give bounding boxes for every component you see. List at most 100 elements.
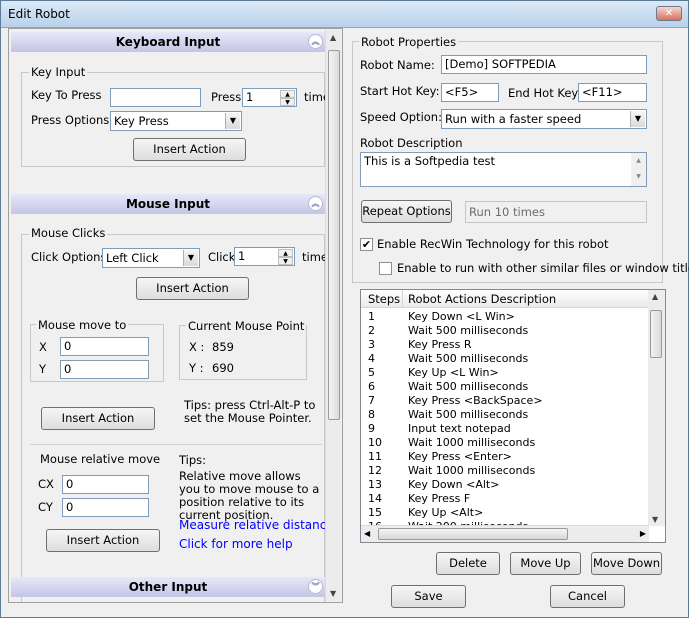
description-scrollbar[interactable]: ▲ ▼ (631, 153, 646, 186)
table-row[interactable]: 8 Wait 500 milliseconds (361, 408, 649, 422)
scroll-down-icon[interactable]: ▼ (330, 589, 336, 598)
speed-option-dropdown[interactable]: Run with a faster speed ▼ (441, 109, 647, 129)
spin-icon[interactable]: ▲ ▼ (278, 249, 293, 265)
table-row[interactable]: 3 Key Press R (361, 338, 649, 352)
move-up-button[interactable]: Move Up (510, 552, 581, 575)
key-input-label: Key Input (29, 65, 88, 79)
key-to-press-field[interactable] (110, 88, 201, 107)
robot-description-field[interactable]: This is a Softpedia test ▲ ▼ (360, 152, 647, 187)
robot-description-label: Robot Description (360, 136, 463, 150)
cx-field[interactable]: 0 (62, 475, 149, 494)
x-field[interactable]: 0 (60, 337, 149, 356)
spin-icon[interactable]: ▲ ▼ (280, 90, 295, 106)
description-column-header[interactable]: Robot Actions Description (408, 292, 556, 306)
click-count-stepper[interactable]: 1 ▲ ▼ (234, 247, 295, 266)
tips-label: Tips: (179, 453, 207, 467)
start-hotkey-field[interactable]: <F5> (441, 83, 499, 102)
table-row[interactable]: 2 Wait 500 milliseconds (361, 324, 649, 338)
table-row[interactable]: 1 Key Down <L Win> (361, 310, 649, 324)
table-row[interactable]: 6 Wait 500 milliseconds (361, 380, 649, 394)
action-description-cell: Key Press F (408, 492, 471, 505)
action-description-cell: Wait 1000 milliseconds (408, 464, 536, 477)
table-row[interactable]: 10 Wait 1000 milliseconds (361, 436, 649, 450)
table-row[interactable]: 15 Key Up <Alt> (361, 506, 649, 520)
table-row[interactable]: 5 Key Up <L Win> (361, 366, 649, 380)
table-row[interactable]: 7 Key Press <BackSpace> (361, 394, 649, 408)
robot-name-field[interactable]: [Demo] SOFTPEDIA (441, 55, 647, 74)
collapse-icon[interactable]: ︾ (308, 579, 323, 594)
table-row[interactable]: 11 Key Press <Enter> (361, 450, 649, 464)
left-pane-scrollbar[interactable]: ▲ ▼ (325, 30, 341, 601)
steps-column-header[interactable]: Steps (368, 292, 400, 306)
table-row[interactable]: 12 Wait 1000 milliseconds (361, 464, 649, 478)
step-number-cell: 12 (368, 464, 382, 477)
scroll-up-icon[interactable]: ▲ (652, 292, 658, 301)
press-options-dropdown[interactable]: Key Press ▼ (110, 111, 242, 131)
cy-label: CY (38, 500, 53, 514)
repeat-options-button[interactable]: Repeat Options (361, 200, 452, 223)
similar-files-checkbox[interactable] (379, 262, 392, 275)
close-button[interactable]: ✕ (656, 6, 682, 21)
click-options-label: Click Options (31, 250, 107, 264)
table-horizontal-scrollbar[interactable]: ◀ ▶ (361, 525, 649, 542)
repeat-value-field: Run 10 times (465, 201, 647, 223)
chevron-down-icon[interactable]: ▼ (225, 113, 240, 129)
recwin-checkbox[interactable]: ✔ (360, 238, 373, 251)
table-row[interactable]: 9 Input text notepad (361, 422, 649, 436)
chevron-down-icon[interactable]: ▼ (183, 250, 198, 266)
scrollbar-thumb[interactable] (378, 528, 568, 540)
current-x-value: 859 (212, 340, 234, 354)
chevron-down-icon[interactable]: ▼ (630, 111, 645, 127)
scroll-right-icon[interactable]: ▶ (640, 529, 646, 538)
click-options-dropdown[interactable]: Left Click ▼ (102, 248, 200, 268)
mouse-section-title: Mouse Input (125, 197, 211, 211)
save-button[interactable]: Save (391, 585, 466, 608)
click-count-value: 1 (238, 249, 246, 263)
table-row[interactable]: 13 Key Down <Alt> (361, 478, 649, 492)
cy-field[interactable]: 0 (62, 498, 149, 517)
robot-actions-table[interactable]: Steps Robot Actions Description 1 Key Dow… (360, 289, 666, 543)
relative-move-tip: Relative move allows you to move mouse t… (179, 469, 320, 522)
action-description-cell: Wait 500 milliseconds (408, 324, 529, 337)
scrollbar-thumb[interactable] (328, 50, 340, 420)
collapse-icon[interactable]: ︽ (308, 196, 323, 211)
other-section-header[interactable]: Other Input ︾ (11, 577, 325, 597)
action-description-cell: Key Up <L Win> (408, 366, 499, 379)
relative-insert-action-button[interactable]: Insert Action (46, 529, 160, 552)
other-section-title: Other Input (128, 580, 208, 594)
y-field[interactable]: 0 (60, 360, 149, 379)
scroll-up-icon[interactable]: ▲ (330, 33, 336, 42)
scroll-left-icon[interactable]: ◀ (364, 529, 370, 538)
robot-properties-label: Robot Properties (359, 35, 459, 49)
current-mouse-point-label: Current Mouse Point (186, 319, 307, 333)
action-description-cell: Wait 500 milliseconds (408, 380, 529, 393)
mouse-click-insert-action-button[interactable]: Insert Action (136, 277, 249, 300)
end-hotkey-label: End Hot Key: (508, 86, 582, 100)
step-number-cell: 8 (368, 408, 375, 421)
cancel-button[interactable]: Cancel (550, 585, 625, 608)
end-hotkey-field[interactable]: <F11> (578, 83, 647, 102)
keyboard-section-header[interactable]: Keyboard Input ︽ (11, 32, 325, 52)
table-row[interactable]: 4 Wait 500 milliseconds (361, 352, 649, 366)
measure-distance-link[interactable]: Measure relative distance (179, 518, 334, 532)
press-count-stepper[interactable]: 1 ▲ ▼ (242, 88, 297, 107)
scroll-down-icon[interactable]: ▼ (652, 515, 658, 524)
move-down-button[interactable]: Move Down (591, 552, 662, 575)
step-number-cell: 13 (368, 478, 382, 491)
more-help-link[interactable]: Click for more help (179, 537, 293, 551)
mouse-clicks-label: Mouse Clicks (29, 226, 108, 240)
keyboard-section-title: Keyboard Input (115, 35, 221, 49)
action-description-cell: Wait 500 milliseconds (408, 352, 529, 365)
delete-button[interactable]: Delete (436, 552, 500, 575)
y-label: Y (39, 362, 47, 376)
mouse-move-insert-action-button[interactable]: Insert Action (41, 407, 155, 430)
mouse-section-header[interactable]: Mouse Input ︽ (11, 194, 325, 214)
press-option-value: Key Press (114, 114, 169, 128)
keyboard-insert-action-button[interactable]: Insert Action (133, 138, 246, 161)
table-row[interactable]: 14 Key Press F (361, 492, 649, 506)
collapse-icon[interactable]: ︽ (308, 34, 323, 49)
scrollbar-thumb[interactable] (650, 310, 662, 358)
table-scrollbar[interactable]: ▲ ▼ (648, 290, 665, 526)
step-number-cell: 6 (368, 380, 375, 393)
speed-option-value: Run with a faster speed (445, 112, 582, 126)
